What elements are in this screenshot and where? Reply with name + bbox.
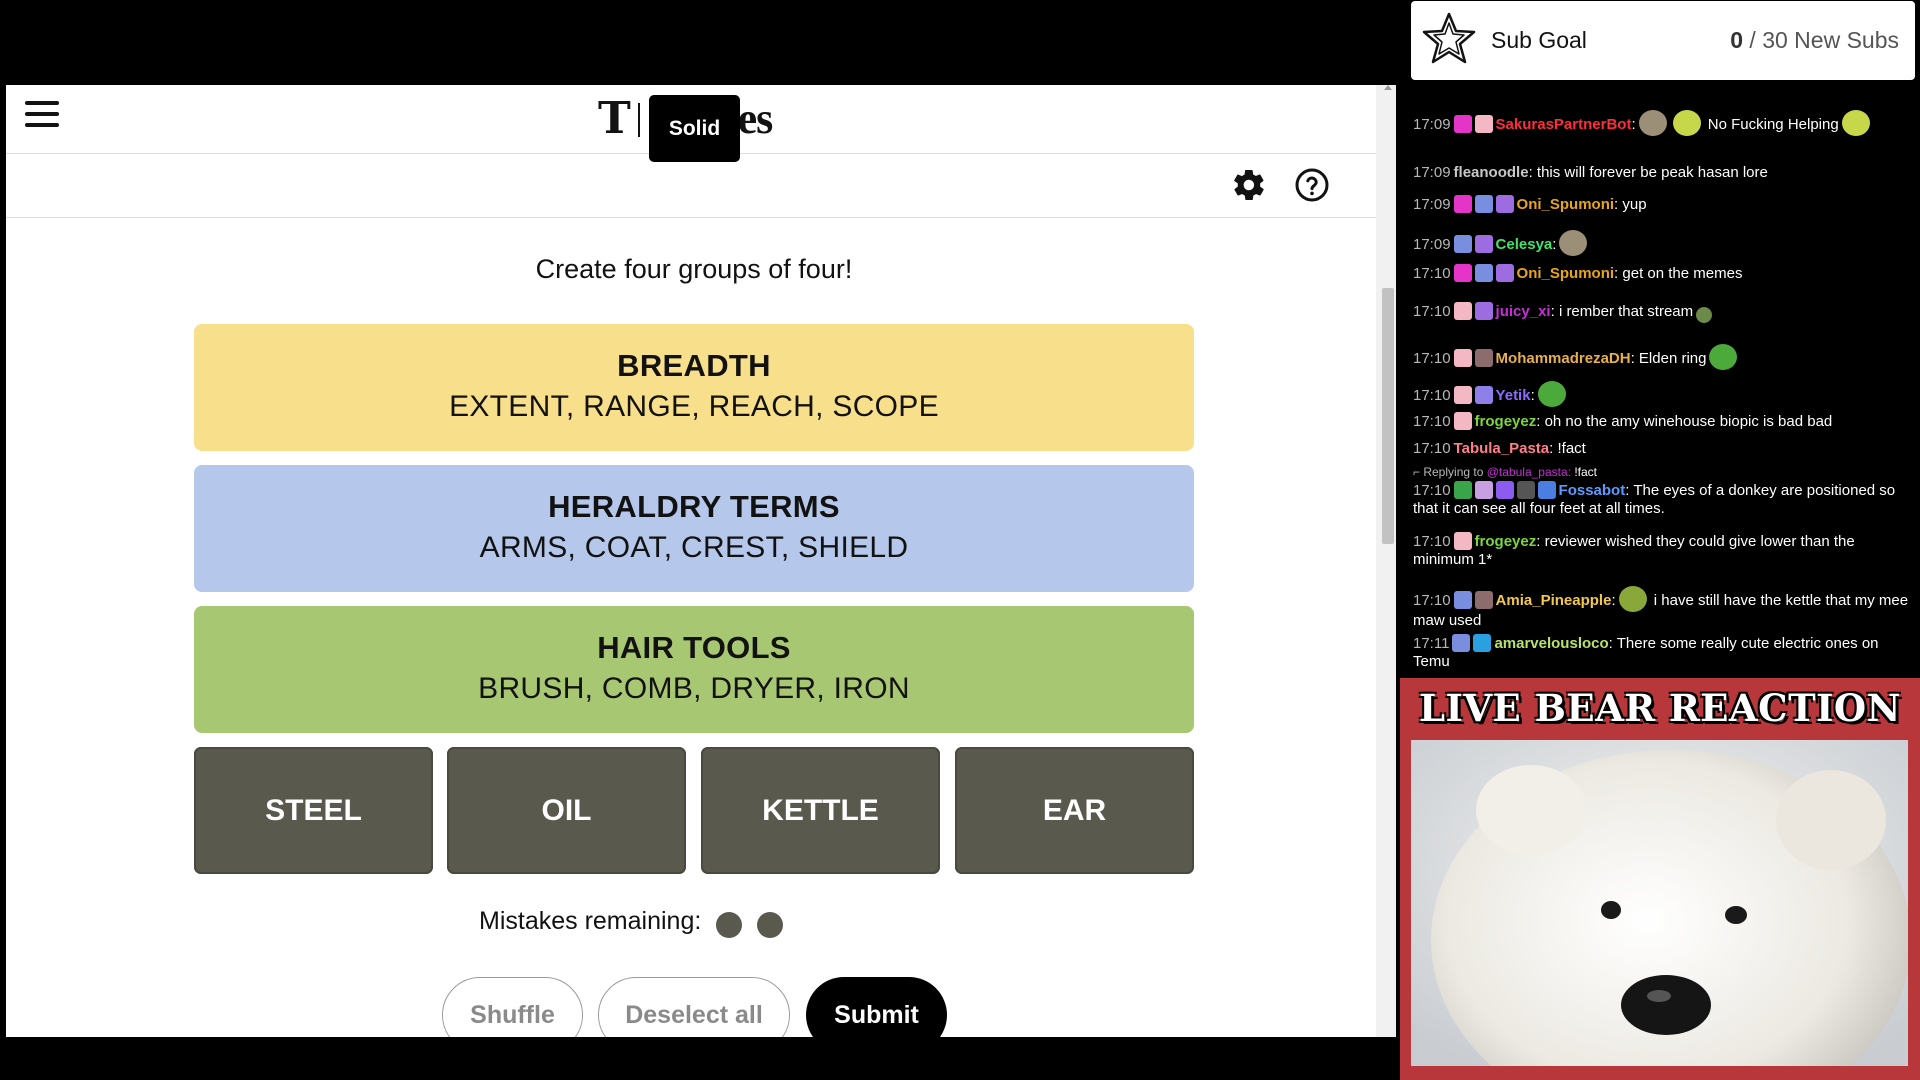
bear-title: LIVE BEAR REACTION: [1419, 686, 1901, 730]
mistakes-label: Mistakes remaining:: [479, 907, 702, 935]
word-tile[interactable]: KETTLE: [701, 747, 940, 874]
chat-message: 17:09 fleanoodle: this will forever be pe…: [1413, 164, 1768, 181]
group-name: HERALDRY TERMS: [548, 489, 840, 524]
hamburger-menu-icon[interactable]: [25, 101, 59, 131]
chat-message: 17:10 frogeyez: oh no the amy winehouse b…: [1413, 412, 1833, 430]
group-words: BRUSH, COMB, DRYER, IRON: [478, 672, 910, 705]
scrollbar-thumb[interactable]: [1382, 288, 1394, 544]
group-name: HAIR TOOLS: [597, 630, 791, 665]
word-tile[interactable]: OIL: [447, 747, 686, 874]
chat-message: 17:10 Oni_Spumoni: get on the memes: [1413, 264, 1743, 282]
toolbar: [6, 154, 1382, 218]
group-words: EXTENT, RANGE, REACH, SCOPE: [449, 390, 939, 423]
live-bear-reaction-panel: LIVE BEAR REACTION: [1400, 678, 1920, 1080]
emote-icon: [1618, 586, 1647, 612]
group-words: ARMS, COAT, CREST, SHIELD: [479, 531, 909, 564]
solved-group: HAIR TOOLS BRUSH, COMB, DRYER, IRON: [194, 606, 1194, 733]
submit-button[interactable]: Submit: [806, 977, 947, 1037]
chat-message: 17:09 SakurasPartnerBot: No Fucking Helpi…: [1413, 110, 1913, 136]
badge-icon: [1453, 115, 1472, 133]
chat-message: 17:11 amarvelousloco: There some really c…: [1413, 634, 1879, 670]
mistake-dot: [716, 912, 742, 938]
group-name: BREADTH: [617, 348, 771, 383]
star-icon: [1422, 12, 1476, 64]
sub-goal-label: Sub Goal: [1491, 27, 1587, 53]
polar-bear-image: [1411, 740, 1908, 1066]
scroll-up-arrow-icon[interactable]: [1384, 85, 1392, 90]
emote-icon: [1696, 307, 1713, 323]
sub-goal-widget: Sub Goal 0 / 30 New Subs: [1411, 1, 1915, 80]
chat-message: 17:09 Celesya:: [1413, 230, 1913, 256]
emote-icon: [1709, 344, 1738, 370]
chat-message: 17:10 Fossabot: The eyes of a donkey are …: [1413, 481, 1896, 517]
solved-group: BREADTH EXTENT, RANGE, REACH, SCOPE: [194, 324, 1194, 451]
emote-icon: [1672, 110, 1701, 136]
chat-message: 17:10 frogeyez: reviewer wished they coul…: [1413, 532, 1855, 568]
shuffle-button[interactable]: Shuffle: [442, 977, 583, 1037]
mistake-dot: [757, 912, 783, 938]
scrollbar[interactable]: [1376, 85, 1396, 1037]
chat-message: 17:09 Oni_Spumoni: yup: [1413, 195, 1647, 213]
reply-context: ⌐ Replying to @tabula_pasta: !fact: [1413, 465, 1598, 479]
word-tile[interactable]: EAR: [955, 747, 1194, 874]
chat-message: 17:10 Yetik:: [1413, 381, 1913, 407]
help-icon[interactable]: [1294, 167, 1330, 203]
instructions-text: Create four groups of four!: [535, 254, 853, 284]
chat-message: 17:10 MohammadrezaDH: Elden ring: [1413, 344, 1913, 370]
chat-message: 17:10 Tabula_Pasta: !fact: [1413, 440, 1586, 457]
chat-message: 17:10 Amia_Pineapple: i have still have t…: [1413, 586, 1913, 630]
solved-group: HERALDRY TERMS ARMS, COAT, CREST, SHIELD: [194, 465, 1194, 592]
gear-icon[interactable]: [1231, 167, 1267, 203]
emote-icon: [1841, 110, 1870, 136]
emote-icon: [1537, 381, 1566, 407]
word-tile[interactable]: STEEL: [194, 747, 433, 874]
badge-icon: [1474, 115, 1493, 133]
deselect-all-button[interactable]: Deselect all: [598, 977, 790, 1037]
connections-game-window: TGames Solid Create four groups of four!…: [6, 85, 1382, 1037]
chat-message: 17:10 juicy_xi: i rember that stream: [1413, 302, 1913, 323]
top-bar: TGames Solid: [6, 85, 1382, 162]
chat-panel: 17:09 SakurasPartnerBot: No Fucking Helpi…: [1407, 82, 1920, 674]
tooltip: Solid: [649, 95, 740, 162]
emote-icon: [1638, 110, 1667, 136]
sub-goal-count: 0 / 30 New Subs: [1730, 27, 1899, 53]
emote-icon: [1559, 230, 1588, 256]
